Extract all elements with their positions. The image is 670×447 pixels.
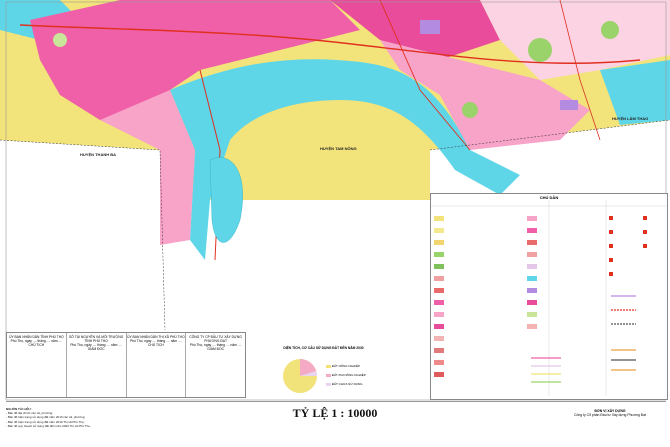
- pie-legend-item: ĐẤT CHƯA SỬ DỤNG: [326, 382, 362, 386]
- signature-org: SỞ TÀI NGUYÊN VÀ MÔI TRƯỜNG TỈNH PHÚ THỌ: [68, 335, 124, 343]
- district-label-center: HUYỆN TAM NÔNG: [320, 146, 357, 151]
- notes-line: - Bản đồ quy hoạch sử dụng đất đến năm 2…: [6, 423, 91, 428]
- district-label-east: HUYỆN LÂM THAO: [612, 116, 649, 121]
- legend-column-left: [434, 216, 444, 377]
- forest-patch: [601, 21, 619, 39]
- land-structure-pie: DIỆN TÍCH, CƠ CẤU SỬ DỤNG ĐẤT ĐẾN NĂM 20…: [276, 346, 371, 398]
- signature-block: ỦY BAN NHÂN DÂN TỈNH PHÚ THỌ Phú Thọ, ng…: [7, 333, 67, 397]
- signature-role: GIÁM ĐỐC: [207, 347, 224, 351]
- signature-block: ỦY BAN NHÂN DÂN THỊ XÃ PHÚ THỌ Phú Thọ, …: [127, 333, 187, 397]
- signature-role: GIÁM ĐỐC: [87, 347, 105, 351]
- pie-legend-label: ĐẤT PHI NÔNG NGHIỆP: [331, 373, 366, 377]
- legend-swatches: [431, 200, 667, 396]
- special-land: [560, 100, 578, 110]
- signature-role: CHỦ TỊCH: [148, 343, 164, 347]
- signature-block: CÔNG TY CP ĐẦU TƯ XÂY DỰNG PHƯƠNG ĐẠT Ph…: [186, 333, 245, 397]
- map-legend: CHÚ DẪN: [430, 193, 668, 400]
- org-name: Công ty Cổ phần Đầu tư Xây dựng Phương Đ…: [574, 413, 646, 418]
- signature-block: SỞ TÀI NGUYÊN VÀ MÔI TRƯỜNG TỈNH PHÚ THỌ…: [67, 333, 127, 397]
- pie-legend-item: ĐẤT NÔNG NGHIỆP: [326, 364, 360, 368]
- legend-lines: [531, 295, 636, 383]
- river-sandbar: [209, 157, 243, 243]
- special-land: [420, 20, 440, 34]
- pie-chart: [283, 359, 317, 393]
- forest-patch: [53, 33, 67, 47]
- pie-legend-label: ĐẤT NÔNG NGHIỆP: [331, 364, 360, 368]
- signature-table: ỦY BAN NHÂN DÂN TỈNH PHÚ THỌ Phú Thọ, ng…: [6, 332, 246, 398]
- outside-area-west: [0, 140, 165, 330]
- pie-title: DIỆN TÍCH, CƠ CẤU SỬ DỤNG ĐẤT ĐẾN NĂM 20…: [283, 346, 364, 350]
- signature-role: CHỦ TỊCH: [28, 343, 45, 347]
- legend-symbols: [609, 216, 647, 276]
- forest-patch: [462, 102, 478, 118]
- forest-patch: [528, 38, 552, 62]
- legend-column-middle: [527, 216, 537, 329]
- district-label-west: HUYỆN THANH BA: [80, 152, 116, 157]
- builder-org: ĐƠN VỊ XÂY DỰNG Công ty Cổ phần Đầu tư X…: [560, 409, 660, 418]
- signature-org: CÔNG TY CP ĐẦU TƯ XÂY DỰNG PHƯƠNG ĐẠT: [189, 335, 242, 343]
- pie-legend-item: ĐẤT PHI NÔNG NGHIỆP: [326, 373, 366, 377]
- bottom-rule: [6, 401, 666, 402]
- pie-legend-label: ĐẤT CHƯA SỬ DỤNG: [331, 382, 363, 386]
